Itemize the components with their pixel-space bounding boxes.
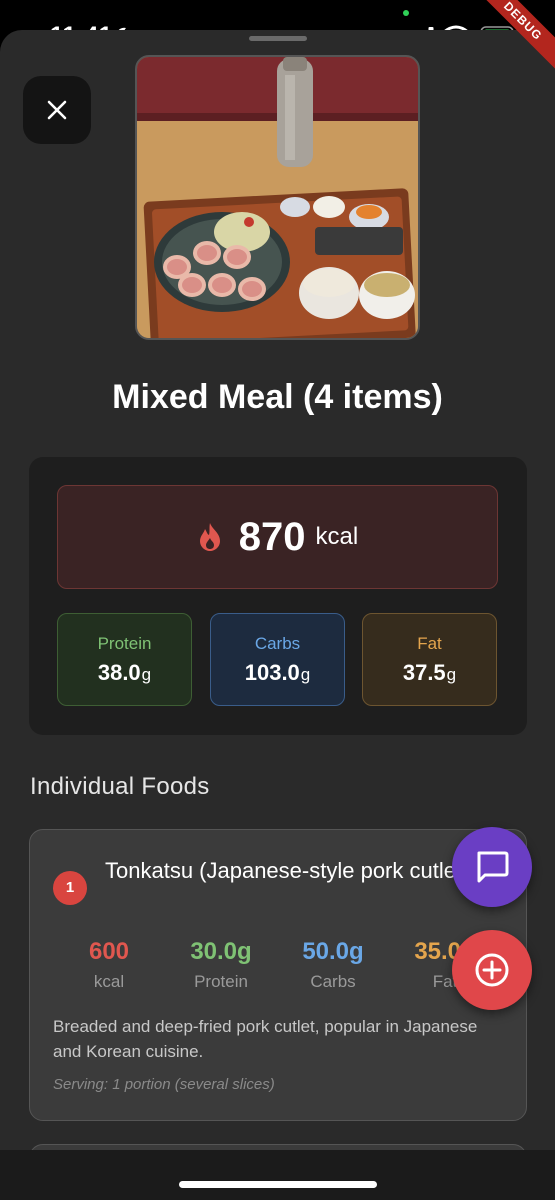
food-number-badge: 1 [53, 871, 87, 905]
calories-value: 870 [238, 514, 306, 559]
food-name: Tonkatsu (Japanese-style pork cutlet) [105, 858, 470, 883]
close-icon [47, 100, 67, 120]
chat-fab[interactable] [452, 827, 532, 907]
close-button[interactable] [23, 76, 91, 144]
flame-icon [199, 523, 220, 551]
protein-label: Protein [97, 634, 152, 653]
carbs-value: 103.0g [244, 660, 311, 685]
food-carbs: 50.0g Carbs [302, 938, 364, 991]
nutrition-summary-card: 870 kcal Protein 38.0g Carbs 103.0g Fat … [29, 457, 527, 735]
sheet-grabber[interactable] [249, 36, 307, 41]
individual-foods-heading: Individual Foods [30, 773, 210, 800]
protein-summary: Protein 38.0g [57, 613, 192, 706]
fat-summary: Fat 37.5g [362, 613, 497, 706]
protein-value: 38.0g [97, 660, 152, 685]
fat-label: Fat [417, 634, 442, 653]
carbs-label: Carbs [254, 634, 301, 653]
add-circle-icon [475, 953, 509, 987]
fat-value: 37.5g [402, 660, 457, 685]
home-indicator[interactable] [179, 1181, 377, 1188]
meal-photo [135, 55, 420, 340]
add-food-fab[interactable] [452, 930, 532, 1010]
bottom-bar [0, 1150, 555, 1200]
privacy-indicator [403, 10, 409, 16]
food-description: Breaded and deep-fried pork cutlet, popu… [53, 1017, 478, 1061]
food-calories: 600 kcal [88, 938, 130, 991]
food-serving: Serving: 1 portion (several slices) [53, 1076, 275, 1093]
meal-title: Mixed Meal (4 items) [112, 378, 443, 416]
carbs-summary: Carbs 103.0g [210, 613, 345, 706]
calories-unit: kcal [315, 523, 359, 550]
food-protein: 30.0g Protein [190, 938, 252, 991]
total-calories: 870 kcal [57, 485, 498, 589]
chat-icon [477, 851, 509, 883]
meal-detail-sheet: Mixed Meal (4 items) 870 kcal Protein 38… [0, 30, 555, 1200]
